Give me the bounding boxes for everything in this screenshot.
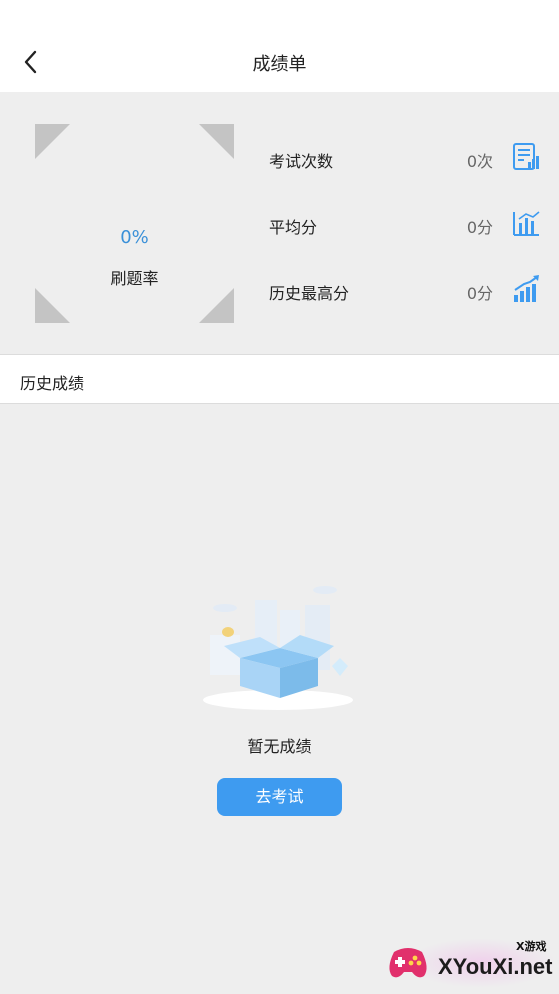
watermark-main: XYouXi.net <box>438 954 553 979</box>
stat-average-score: 平均分 0分 <box>269 206 541 246</box>
history-title: 历史成绩 <box>20 374 85 393</box>
stat-highest-score: 历史最高分 0分 <box>269 272 541 312</box>
top-bar: 成绩单 <box>0 0 559 92</box>
stat-value: 0分 <box>466 284 493 303</box>
gamepad-logo-icon <box>389 948 427 978</box>
stat-value: 0次 <box>466 152 493 171</box>
practice-rate-label: 刷题率 <box>110 269 159 288</box>
stat-value: 0分 <box>466 218 493 237</box>
stats-panel: 0% 刷题率 考试次数 0次 平均分 0分 历史最高分 0分 <box>0 92 559 354</box>
history-section-header: 历史成绩 <box>0 354 559 404</box>
bar-chart-icon <box>511 208 541 238</box>
go-exam-button[interactable]: 去考试 <box>217 778 342 816</box>
stat-label: 平均分 <box>269 218 318 237</box>
watermark-sub: X游戏 <box>516 940 547 953</box>
stat-exam-count: 考试次数 0次 <box>269 140 541 180</box>
exam-document-icon <box>511 142 541 172</box>
progress-ring: 0% 刷题率 <box>35 124 234 323</box>
ring-corners-graphic <box>35 124 234 323</box>
page-title: 成绩单 <box>252 54 307 75</box>
empty-box-illustration <box>200 580 360 715</box>
practice-rate-value: 0% <box>120 227 149 248</box>
site-watermark: X游戏 XYouXi.net <box>386 934 556 990</box>
stat-label: 历史最高分 <box>269 284 350 303</box>
empty-state-text: 暂无成绩 <box>247 737 312 756</box>
stat-label: 考试次数 <box>269 152 334 171</box>
rising-chart-icon <box>511 274 541 304</box>
